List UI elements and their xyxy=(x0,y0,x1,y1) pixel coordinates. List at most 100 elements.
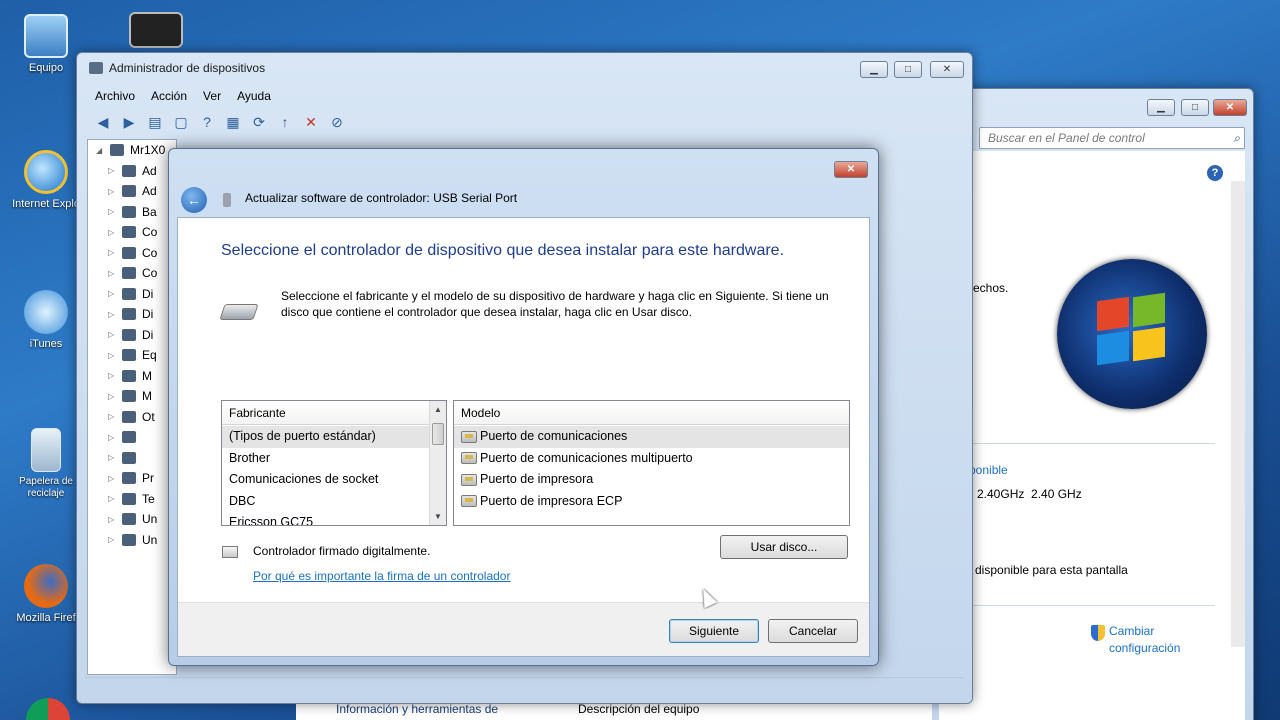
tree-item[interactable]: ▷ Ot xyxy=(88,407,176,428)
expand-icon[interactable]: ▷ xyxy=(108,433,116,442)
desktop-icon-itunes[interactable]: iTunes xyxy=(8,290,84,350)
maximize-button[interactable]: □ xyxy=(894,61,922,78)
bottom-link[interactable]: Información y herramientas de xyxy=(336,702,498,716)
tree-item[interactable]: ▷ Co xyxy=(88,222,176,243)
search-box[interactable]: Buscar en el Panel de control ⌕ xyxy=(979,127,1245,149)
scan-hardware-icon[interactable]: ⟳ xyxy=(249,113,269,131)
manufacturer-list[interactable]: Fabricante (Tipos de puerto estándar) Bro… xyxy=(221,400,447,526)
expand-icon[interactable]: ▷ xyxy=(108,474,116,483)
chrome-icon[interactable] xyxy=(26,698,70,720)
update-driver-dialog[interactable]: ✕ ← Actualizar software de controlador: … xyxy=(168,148,879,666)
properties-icon[interactable]: ▢ xyxy=(171,113,191,131)
tree-item[interactable]: ▷ Di xyxy=(88,304,176,325)
manufacturer-item[interactable]: Brother xyxy=(222,448,429,470)
expand-icon[interactable]: ▷ xyxy=(108,289,116,298)
tree-item[interactable]: ▷ Di xyxy=(88,325,176,346)
forward-icon[interactable]: ▶ xyxy=(119,113,139,131)
availability-link[interactable]: ponible xyxy=(969,463,1008,477)
control-panel-window[interactable]: ▁ □ ✕ Buscar en el Panel de control ⌕ ? … xyxy=(930,88,1254,720)
computer-icon xyxy=(110,144,124,157)
tree-item[interactable]: ▷ xyxy=(88,448,176,469)
cancel-button[interactable]: Cancelar xyxy=(768,619,858,643)
manufacturer-scrollbar[interactable]: ▲ ▼ xyxy=(429,401,446,525)
close-button[interactable]: ✕ xyxy=(930,61,964,78)
update-driver-icon[interactable]: ↑ xyxy=(275,113,295,131)
help-icon[interactable]: ? xyxy=(197,113,217,131)
model-item[interactable]: Puerto de comunicaciones multipuerto xyxy=(454,448,849,470)
manufacturer-item[interactable]: (Tipos de puerto estándar) xyxy=(222,426,429,448)
driver-signing-link[interactable]: Por qué es importante la firma de un con… xyxy=(253,569,510,583)
tree-item[interactable]: ▷ Pr xyxy=(88,468,176,489)
manufacturer-item[interactable]: Ericsson GC75 xyxy=(222,512,429,525)
tree-item[interactable]: ▷ Co xyxy=(88,243,176,264)
scroll-down-icon[interactable]: ▼ xyxy=(430,508,446,525)
model-item[interactable]: Puerto de impresora xyxy=(454,469,849,491)
tree-item[interactable]: ▷ xyxy=(88,427,176,448)
tree-item[interactable]: ▷ Eq xyxy=(88,345,176,366)
manufacturer-item[interactable]: DBC xyxy=(222,491,429,513)
port-icon xyxy=(461,430,477,443)
desktop-icon-app[interactable] xyxy=(118,12,194,52)
close-button[interactable]: ✕ xyxy=(1213,99,1247,116)
expand-icon[interactable]: ▷ xyxy=(108,248,116,257)
collapse-icon[interactable]: ◢ xyxy=(96,146,104,155)
tree-item[interactable]: ▷ Te xyxy=(88,489,176,510)
desktop-icon-recycle-bin[interactable]: Papelera de reciclaje xyxy=(8,428,84,500)
tree-item[interactable]: ▷ M xyxy=(88,386,176,407)
back-button[interactable]: ← xyxy=(181,187,207,213)
back-icon[interactable]: ◀ xyxy=(93,113,113,131)
next-button[interactable]: Siguiente xyxy=(669,619,759,643)
desktop-icon-computer[interactable]: Equipo xyxy=(8,14,84,74)
expand-icon[interactable]: ▷ xyxy=(108,535,116,544)
expand-icon[interactable]: ▷ xyxy=(108,371,116,380)
expand-icon[interactable]: ▷ xyxy=(108,269,116,278)
tree-item[interactable]: ▷ Un xyxy=(88,530,176,551)
expand-icon[interactable]: ▷ xyxy=(108,166,116,175)
menu-accion[interactable]: Acción xyxy=(151,89,187,103)
view-icon[interactable]: ▦ xyxy=(223,113,243,131)
desktop-icon-internet-explorer[interactable]: Internet Explo xyxy=(8,150,84,210)
model-item[interactable]: Puerto de comunicaciones xyxy=(454,426,849,448)
minimize-button[interactable]: ▁ xyxy=(860,61,888,78)
menu-archivo[interactable]: Archivo xyxy=(95,89,135,103)
menu-ayuda[interactable]: Ayuda xyxy=(237,89,271,103)
maximize-button[interactable]: □ xyxy=(1181,99,1209,116)
scroll-up-icon[interactable]: ▲ xyxy=(430,401,446,418)
desktop-icon-firefox[interactable]: Mozilla Firef xyxy=(8,564,84,624)
expand-icon[interactable]: ▷ xyxy=(108,453,116,462)
device-manager-titlebar[interactable]: Administrador de dispositivos xyxy=(77,53,972,83)
expand-icon[interactable]: ▷ xyxy=(108,310,116,319)
have-disk-button[interactable]: Usar disco... xyxy=(720,535,848,559)
search-icon[interactable]: ⌕ xyxy=(1233,128,1240,148)
expand-icon[interactable]: ▷ xyxy=(108,228,116,237)
vertical-scrollbar[interactable] xyxy=(1231,181,1245,647)
disable-icon[interactable]: ⊘ xyxy=(327,113,347,131)
expand-icon[interactable]: ▷ xyxy=(108,515,116,524)
expand-icon[interactable]: ▷ xyxy=(108,187,116,196)
menu-ver[interactable]: Ver xyxy=(203,89,221,103)
scroll-thumb[interactable] xyxy=(432,423,444,445)
expand-icon[interactable]: ▷ xyxy=(108,351,116,360)
tree-item[interactable]: ▷ Un xyxy=(88,509,176,530)
show-hide-tree-icon[interactable]: ▤ xyxy=(145,113,165,131)
tree-item[interactable]: ▷ Ad xyxy=(88,161,176,182)
expand-icon[interactable]: ▷ xyxy=(108,412,116,421)
minimize-button[interactable]: ▁ xyxy=(1147,99,1175,116)
tree-item[interactable]: ▷ Di xyxy=(88,284,176,305)
uninstall-icon[interactable]: ✕ xyxy=(301,113,321,131)
expand-icon[interactable]: ▷ xyxy=(108,392,116,401)
tree-item[interactable]: ▷ Co xyxy=(88,263,176,284)
tree-item[interactable]: ▷ Ba xyxy=(88,202,176,223)
expand-icon[interactable]: ▷ xyxy=(108,330,116,339)
change-settings-link[interactable]: Cambiar configuración xyxy=(1109,623,1180,657)
model-list[interactable]: Modelo Puerto de comunicaciones Puerto de… xyxy=(453,400,850,526)
tree-root[interactable]: ◢ Mr1X0 xyxy=(88,140,176,161)
manufacturer-item[interactable]: Comunicaciones de socket xyxy=(222,469,429,491)
tree-item[interactable]: ▷ M xyxy=(88,366,176,387)
expand-icon[interactable]: ▷ xyxy=(108,494,116,503)
help-icon[interactable]: ? xyxy=(1207,165,1223,181)
tree-item[interactable]: ▷ Ad xyxy=(88,181,176,202)
model-item[interactable]: Puerto de impresora ECP xyxy=(454,491,849,513)
close-button[interactable]: ✕ xyxy=(834,161,868,178)
expand-icon[interactable]: ▷ xyxy=(108,207,116,216)
